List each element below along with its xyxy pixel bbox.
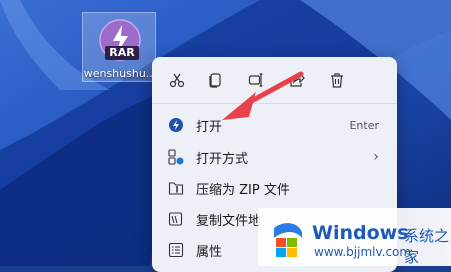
watermark-brand: Windows bbox=[312, 222, 409, 244]
watermark: Windows 系统之家 www.bjjmlv.com bbox=[258, 208, 451, 266]
watermark-url: www.bjjmlv.com bbox=[314, 245, 412, 259]
windows-logo-icon bbox=[274, 223, 302, 257]
